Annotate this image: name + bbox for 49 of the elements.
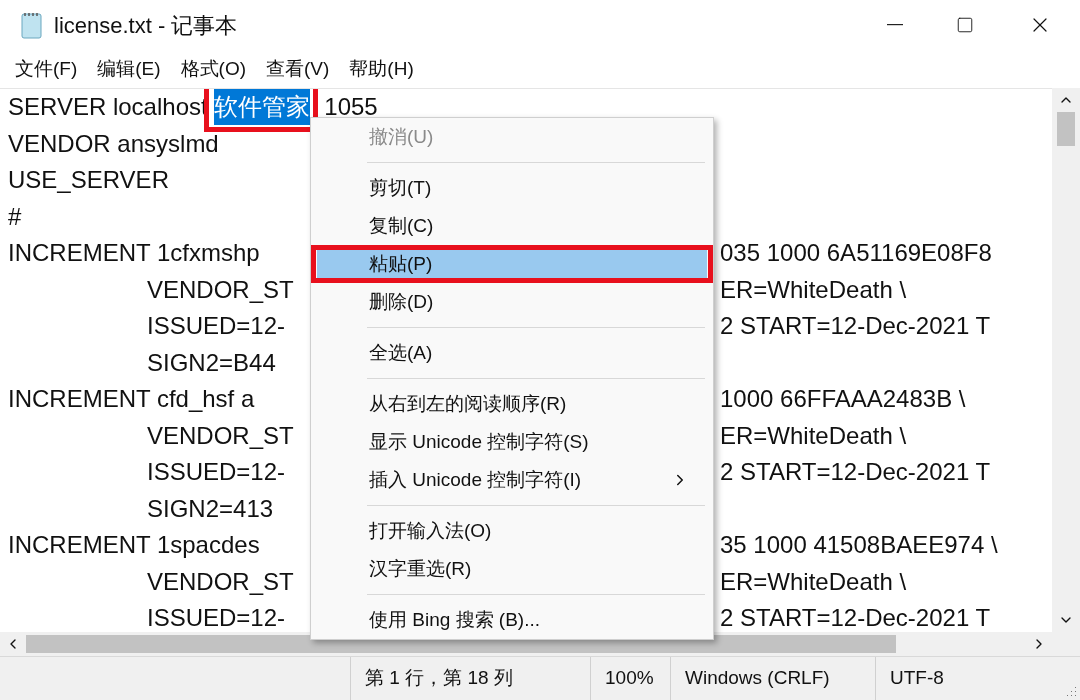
status-text: 100%: [605, 666, 654, 691]
minimize-icon: [887, 24, 903, 26]
context-menu-item[interactable]: 使用 Bing 搜索 (B)...: [317, 602, 707, 638]
resize-grip-icon: [1065, 685, 1077, 697]
text-line: USE_SERVER: [8, 165, 169, 196]
menu-bar-item[interactable]: 文件(F): [6, 54, 87, 84]
context-menu-item[interactable]: 剪切(T): [317, 170, 707, 206]
context-menu-item[interactable]: 全选(A): [317, 335, 707, 371]
text-line: INCREMENT cfd_hsf a: [8, 384, 255, 415]
menu-bar-item[interactable]: 编辑(E): [88, 54, 170, 84]
notepad-icon: [20, 11, 44, 39]
scrollbar-thumb[interactable]: [1057, 112, 1075, 146]
text-line: SERVER localhost: [8, 92, 209, 123]
status-text: 第 1 行，第 18 列: [365, 666, 513, 691]
text-line: ISSUED=12-: [147, 311, 286, 342]
text-line: ER=WhiteDeath \: [719, 566, 907, 597]
maximize-icon: [956, 16, 974, 34]
text-line: #: [8, 201, 22, 232]
window-title: license.txt - 记事本: [54, 11, 238, 40]
text-line: ER=WhiteDeath \: [719, 420, 907, 451]
context-menu-item[interactable]: 从右到左的阅读顺序(R): [317, 386, 707, 422]
context-menu-item[interactable]: 复制(C): [317, 208, 707, 244]
menu-bar-item[interactable]: 帮助(H): [340, 54, 423, 84]
context-menu-item[interactable]: 删除(D): [317, 284, 707, 320]
text-line: 035 1000 6A51169E08F8: [719, 238, 992, 269]
text-line: INCREMENT 1cfxmshp: [8, 238, 260, 269]
text-line: VENDOR_ST: [147, 566, 294, 597]
text-line: SIGN2=413: [147, 493, 274, 524]
text-line: ISSUED=12-: [147, 457, 286, 488]
context-menu-item[interactable]: 汉字重选(R): [317, 551, 707, 587]
text-line: 2 START=12-Dec-2021 T: [719, 603, 991, 632]
menu-bar-item[interactable]: 格式(O): [171, 54, 256, 84]
text-line: SIGN2=B44: [147, 347, 276, 378]
text-line: VENDOR ansyslmd: [8, 128, 219, 159]
status-text: Windows (CRLF): [685, 666, 830, 691]
text-line: ISSUED=12-: [147, 603, 286, 632]
text-line: 35 1000 41508BAEE974 \: [719, 530, 998, 561]
menu-bar-item[interactable]: 查看(V): [257, 54, 339, 84]
text-line: ER=WhiteDeath \: [719, 274, 907, 305]
text-line: VENDOR_ST: [147, 420, 294, 451]
context-menu-item[interactable]: 插入 Unicode 控制字符(I): [317, 462, 707, 498]
context-menu-item[interactable]: 显示 Unicode 控制字符(S): [317, 424, 707, 460]
text-line: 2 START=12-Dec-2021 T: [719, 457, 991, 488]
text-line: 2 START=12-Dec-2021 T: [719, 311, 991, 342]
text-line: 1000 66FFAAA2483B \: [719, 384, 966, 415]
text-line: INCREMENT 1spacdes: [8, 530, 260, 561]
status-text: UTF-8: [890, 666, 944, 691]
context-menu-item[interactable]: 打开输入法(O): [317, 513, 707, 549]
text-line: VENDOR_ST: [147, 274, 294, 305]
